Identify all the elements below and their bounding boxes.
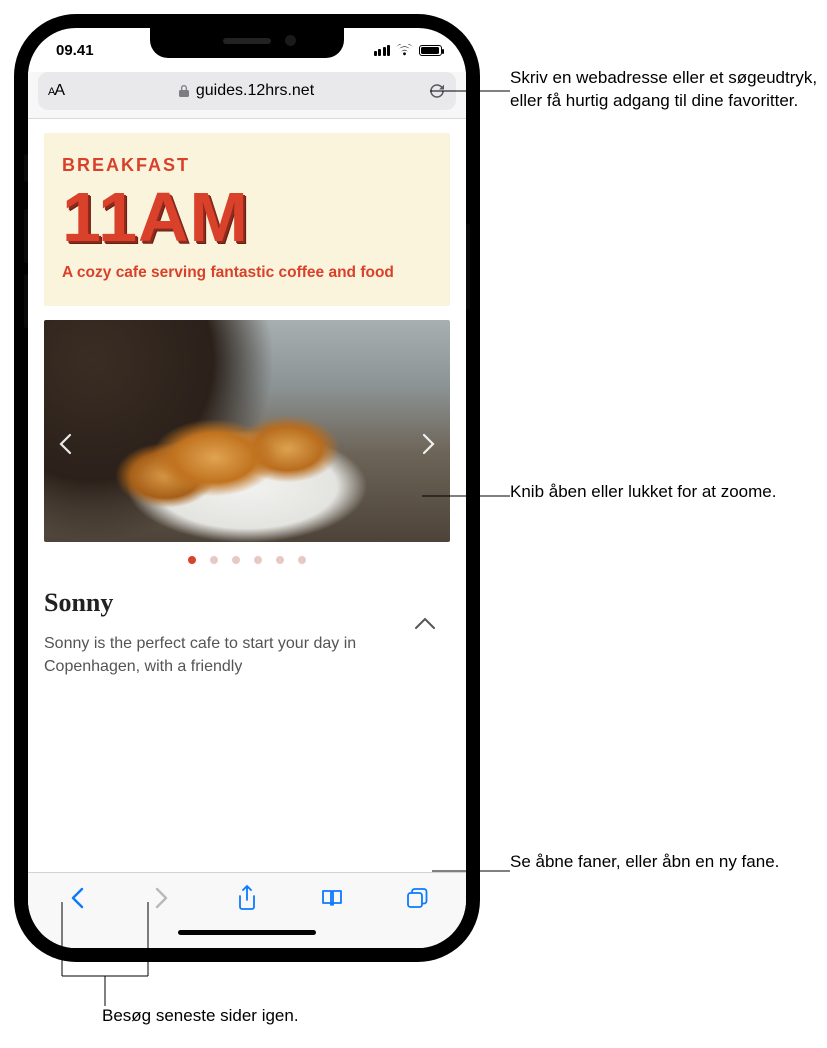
url-domain: guides.12hrs.net <box>196 82 314 100</box>
article: Sonny Sonny is the perfect cafe to start… <box>44 582 450 678</box>
screen: 09.41 AA guide <box>28 28 466 948</box>
carousel-dot[interactable] <box>210 556 218 564</box>
carousel-dot[interactable] <box>298 556 306 564</box>
web-content[interactable]: BREAKFAST 11AM A cozy cafe serving fanta… <box>28 119 466 872</box>
notch <box>150 28 344 58</box>
carousel-dot[interactable] <box>188 556 196 564</box>
forward-button[interactable] <box>140 876 184 920</box>
callout-tabs: Se åbne faner, eller åbn en ny fane. <box>510 850 779 873</box>
article-title: Sonny <box>44 588 450 618</box>
carousel-dot[interactable] <box>254 556 262 564</box>
carousel-image <box>44 320 450 542</box>
smart-search-field[interactable]: AA guides.12hrs.net <box>38 72 456 110</box>
image-carousel[interactable] <box>44 320 450 568</box>
bookmarks-button[interactable] <box>310 876 354 920</box>
carousel-prev-button[interactable] <box>50 429 80 459</box>
status-time: 09.41 <box>56 42 94 59</box>
reader-text-size-button[interactable]: AA <box>48 82 64 100</box>
phone-frame: 09.41 AA guide <box>14 14 480 962</box>
carousel-dots <box>44 542 450 568</box>
browser-top-chrome: AA guides.12hrs.net <box>28 72 466 119</box>
carousel-next-button[interactable] <box>414 429 444 459</box>
wifi-icon <box>396 44 413 56</box>
reload-button[interactable] <box>428 82 446 100</box>
cellular-signal-icon <box>374 45 391 56</box>
hero-eyebrow: BREAKFAST <box>62 155 432 176</box>
battery-icon <box>419 45 442 56</box>
callout-history: Besøg seneste sider igen. <box>102 1004 299 1027</box>
back-button[interactable] <box>55 876 99 920</box>
article-body: Sonny is the perfect cafe to start your … <box>44 632 450 678</box>
share-button[interactable] <box>225 876 269 920</box>
lock-icon <box>178 84 190 98</box>
carousel-dot[interactable] <box>276 556 284 564</box>
callout-url: Skriv en webadresse eller et søgeudtryk,… <box>510 66 820 113</box>
hero-headline: 11AM <box>62 182 432 252</box>
home-indicator[interactable] <box>28 922 466 948</box>
hero-banner: BREAKFAST 11AM A cozy cafe serving fanta… <box>44 133 450 306</box>
browser-toolbar <box>28 872 466 922</box>
carousel-dot[interactable] <box>232 556 240 564</box>
side-button <box>466 224 470 310</box>
tabs-button[interactable] <box>395 876 439 920</box>
collapse-icon[interactable] <box>414 616 436 635</box>
callout-zoom: Knib åben eller lukket for at zoome. <box>510 480 776 503</box>
hero-subline: A cozy cafe serving fantastic coffee and… <box>62 264 432 282</box>
